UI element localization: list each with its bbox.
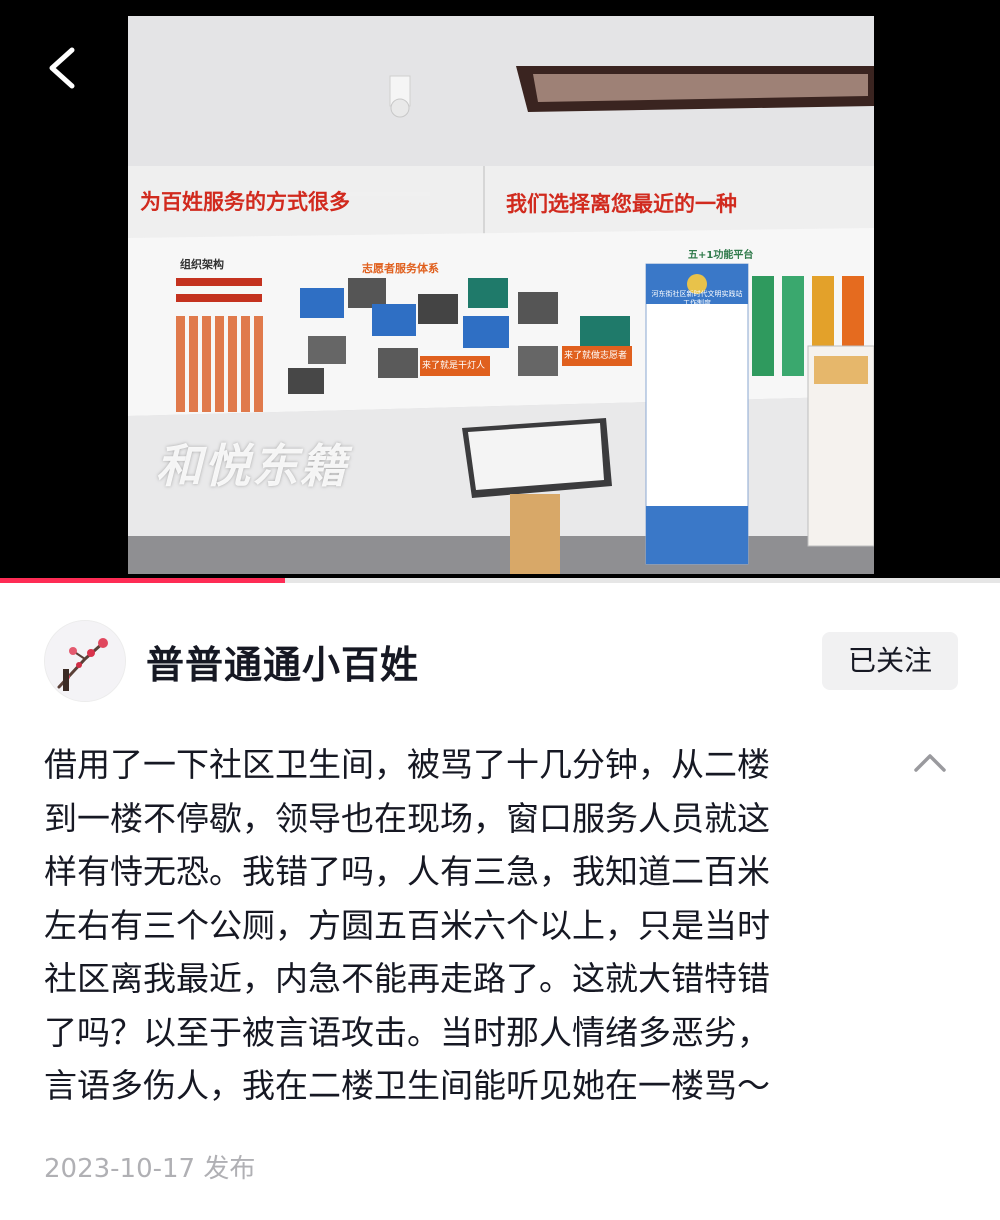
back-chevron-icon (49, 47, 75, 89)
post-line: 样有恃无恐。我错了吗，人有三急，我知道二百米 (44, 852, 770, 891)
banner-right: 我们选择离您最近的一种 (506, 192, 737, 216)
post-line: 左右有三个公厕，方圆五百米六个以上，只是当时 (44, 905, 770, 945)
watermark: 和悦东籍 (156, 439, 348, 493)
post-line: 了吗？以至于被言语攻击。当时那人情绪多恶劣， (44, 1012, 770, 1052)
slogan-1: 来了就是干灯人 (422, 361, 486, 371)
platform-title: 五+1功能平台 (688, 250, 754, 261)
author-row: 普普通通小百姓 已关注 (0, 612, 1000, 712)
post-line: 言语多伤人，我在二楼卫生间能听见她在一楼骂～ (44, 1066, 770, 1105)
author-name[interactable]: 普普通通小百姓 (146, 634, 419, 689)
banner-left: 为百姓服务的方式很多 (140, 190, 350, 214)
post-line: 到一楼不停歇，领导也在现场，窗口服务人员就这 (44, 798, 770, 838)
avatar[interactable] (44, 620, 126, 702)
back-button[interactable] (36, 38, 96, 98)
follow-button[interactable]: 已关注 (822, 632, 958, 690)
image-progress-bar (0, 578, 1000, 583)
post-date: 2023-10-17 发布 (44, 1154, 256, 1184)
post-line: 社区离我最近，内急不能再走路了。这就大错特错 (44, 959, 770, 998)
plum-blossom-icon (45, 621, 125, 701)
service-title: 志愿者服务体系 (362, 262, 439, 275)
standee-title: 河东街社区新时代文明实践站工作制度 (651, 290, 743, 307)
post-photo[interactable]: 为百姓服务的方式很多 我们选择离您最近的一种 组织架构 志愿者服务体系 五+1功… (128, 16, 874, 574)
post-description: 借用了一下社区卫生间，被骂了十几分钟，从二楼 到一楼不停歇，领导也在现场，窗口服… (44, 738, 896, 1113)
collapse-button[interactable] (908, 746, 952, 778)
chevron-up-icon (914, 754, 946, 772)
org-title: 组织架构 (180, 258, 224, 271)
post-image-viewer[interactable]: 为百姓服务的方式很多 我们选择离您最近的一种 组织架构 志愿者服务体系 五+1功… (0, 0, 1000, 578)
slogan-2: 来了就做志愿者 (564, 351, 628, 361)
image-progress-fill (0, 578, 285, 583)
post-line: 借用了一下社区卫生间，被骂了十几分钟，从二楼 (44, 745, 770, 784)
